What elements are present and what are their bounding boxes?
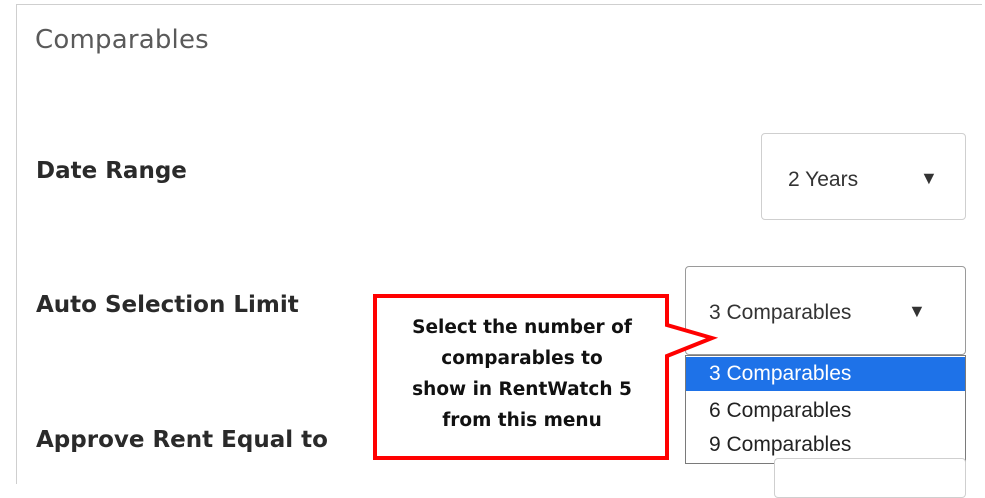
panel-title: Comparables xyxy=(35,25,209,55)
approve-rent-label: Approve Rent Equal to xyxy=(36,427,328,453)
callout-line: Select the number of xyxy=(412,317,632,338)
auto-selection-options-list: 3 Comparables 6 Comparables 9 Comparable… xyxy=(685,355,966,464)
date-range-label: Date Range xyxy=(36,158,187,184)
callout-line: from this menu xyxy=(442,410,602,431)
option-3-comparables[interactable]: 3 Comparables xyxy=(686,357,965,391)
auto-selection-value: 3 Comparables xyxy=(709,301,852,324)
dropdown-arrow-icon: ▼ xyxy=(920,168,938,188)
auto-selection-limit-label: Auto Selection Limit xyxy=(36,292,299,318)
callout-line: show in RentWatch 5 xyxy=(412,379,632,400)
approve-rent-select[interactable] xyxy=(774,458,966,498)
date-range-value: 2 Years xyxy=(788,168,859,191)
option-6-comparables[interactable]: 6 Comparables xyxy=(686,394,965,428)
callout-text: Select the number of comparables to show… xyxy=(382,312,662,436)
dropdown-arrow-icon: ▼ xyxy=(908,301,926,321)
callout-line: comparables to xyxy=(441,348,603,369)
option-9-comparables[interactable]: 9 Comparables xyxy=(686,428,965,462)
auto-selection-limit-select[interactable]: 3 Comparables ▼ xyxy=(685,266,966,355)
date-range-select[interactable]: 2 Years ▼ xyxy=(761,133,966,220)
